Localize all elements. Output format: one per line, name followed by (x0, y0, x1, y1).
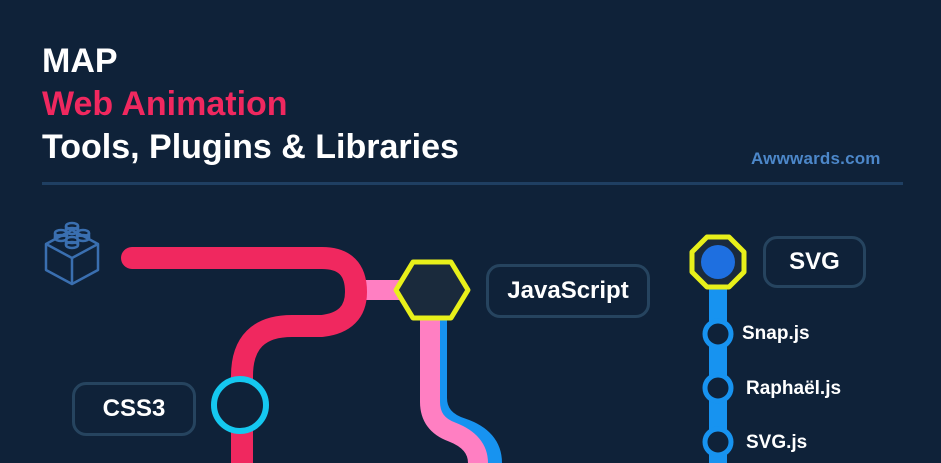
svg-station-core (701, 245, 735, 279)
svgjs-label[interactable]: SVG.js (746, 432, 807, 454)
snap-label[interactable]: Snap.js (742, 323, 810, 345)
javascript-station (393, 259, 471, 321)
raphael-label[interactable]: Raphaël.js (746, 378, 841, 400)
svgjs-stop (702, 426, 734, 458)
raphael-stop (702, 372, 734, 404)
snap-stop (702, 318, 734, 350)
javascript-label[interactable]: JavaScript (486, 264, 650, 318)
svg-label[interactable]: SVG (763, 236, 866, 288)
css3-label[interactable]: CSS3 (72, 382, 196, 436)
lego-brick-icon (44, 221, 100, 286)
js-pink-line (420, 312, 488, 463)
css3-stop (211, 376, 269, 434)
